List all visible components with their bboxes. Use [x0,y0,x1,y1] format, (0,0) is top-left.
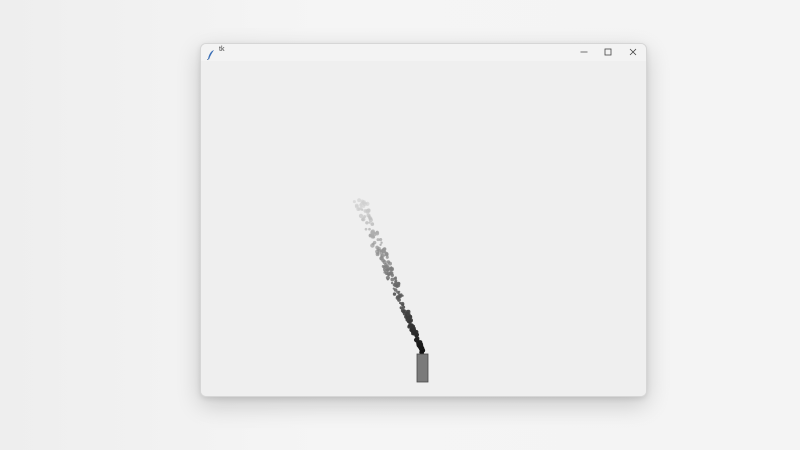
particle [378,237,383,242]
particle [382,247,387,251]
minimize-button[interactable] [573,44,595,61]
particle [370,222,375,226]
particle [395,284,399,288]
particle [359,205,363,209]
close-button[interactable] [622,44,644,61]
app-window: tk [200,43,647,397]
particle [402,309,407,313]
particle [386,278,389,281]
particle [393,277,398,281]
particle [384,262,388,267]
particle-scene [352,198,429,383]
tk-canvas[interactable] [201,61,646,396]
particle [400,301,405,306]
particle [390,277,395,282]
feather-icon [207,47,215,61]
particle [366,211,370,215]
particle [384,251,389,256]
particle [370,230,375,235]
particle [365,201,370,206]
maximize-icon [603,44,613,62]
particle [352,200,356,204]
window-title: tk [219,46,225,53]
particle [408,319,412,323]
particle [385,267,390,272]
particle [368,227,371,231]
particle [360,207,363,211]
particle [389,266,393,271]
particle [357,198,362,203]
particle [392,292,397,296]
particle [392,287,395,290]
particle [408,313,411,316]
emitter-block [416,353,429,383]
particle [372,240,377,245]
particle [368,217,373,223]
title-bar[interactable]: tk [201,44,646,61]
particle [390,281,394,285]
particle [388,261,392,266]
particle [383,254,386,257]
particle [402,305,406,309]
particle [414,334,417,338]
particle [361,200,366,205]
particle [388,271,393,276]
close-icon [628,44,638,62]
particle [396,295,400,299]
particle [413,337,419,343]
particle [375,252,380,257]
particle [398,290,401,294]
particle [385,255,389,259]
particle [363,215,367,219]
particle [375,231,380,236]
particle [375,245,379,250]
particle [364,227,368,231]
particle [419,345,425,351]
minimize-icon [579,44,589,62]
particle [370,234,375,239]
particle [412,328,416,332]
particle [395,281,398,285]
particle [380,241,383,244]
particle [379,243,382,246]
particle [407,324,412,329]
particle [365,221,369,225]
particle [386,272,389,276]
desktop-background: tk [0,0,800,450]
particle [377,248,382,253]
maximize-button[interactable] [597,44,619,61]
particle [379,256,383,261]
particle [356,207,361,212]
